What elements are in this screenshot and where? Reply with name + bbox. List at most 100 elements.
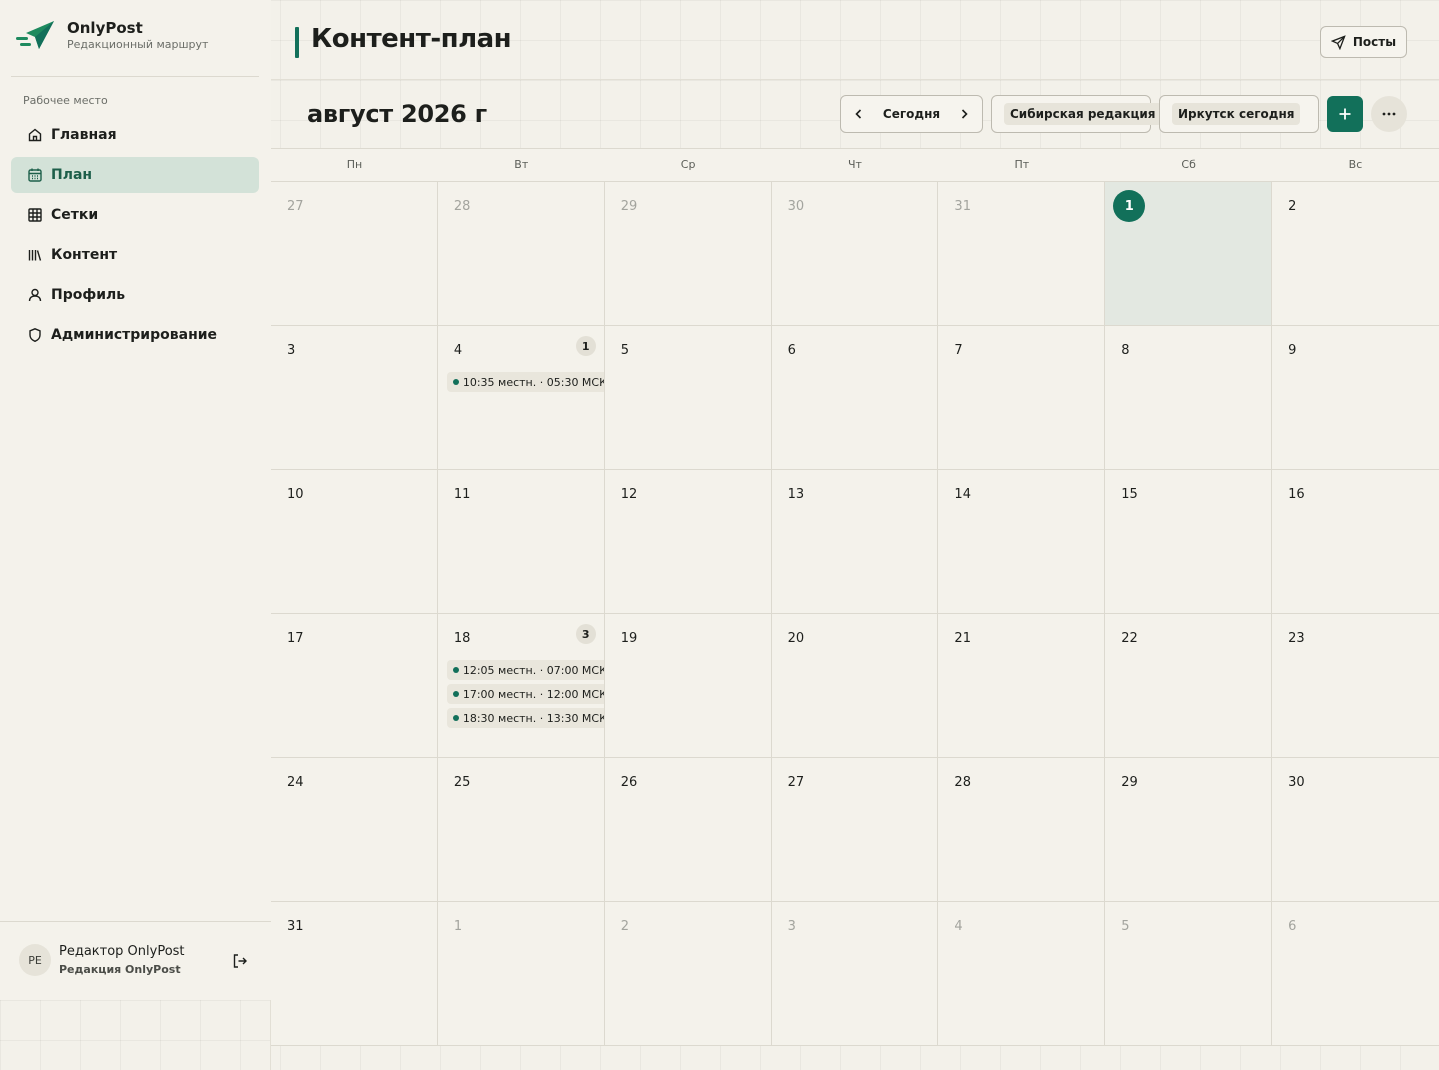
day-cell[interactable]: 9 — [1272, 326, 1439, 470]
today-day-number: 1 — [1113, 190, 1146, 222]
day-cell[interactable]: 8 — [1105, 326, 1273, 470]
day-cell[interactable]: 26 — [604, 758, 772, 902]
home-icon — [28, 128, 42, 142]
day-cell[interactable]: 29 — [1105, 758, 1273, 902]
day-number: 13 — [787, 487, 805, 502]
day-cell[interactable]: 30 — [1272, 758, 1439, 902]
posts-button[interactable]: Посты — [1320, 26, 1407, 58]
sidebar-item-home[interactable]: Главная — [11, 117, 259, 153]
day-cell[interactable]: 25 — [437, 758, 605, 902]
sidebar-item-grids[interactable]: Сетки — [11, 197, 259, 233]
weekday-label: Вт — [514, 158, 529, 171]
day-cell[interactable]: 28 — [437, 182, 605, 326]
day-cell[interactable]: 18 3 12:05 местн. · 07:00 МСК 17:00 местн. … — [437, 614, 605, 758]
editorial-select[interactable]: Сибирская редакция — [991, 95, 1162, 133]
grid-icon — [28, 208, 42, 222]
day-cell[interactable]: 2 — [604, 902, 772, 1046]
day-number: 20 — [787, 631, 805, 646]
next-month-button[interactable] — [946, 96, 982, 132]
day-cell[interactable]: 3 — [771, 902, 939, 1046]
day-cell[interactable]: 20 — [771, 614, 939, 758]
day-number: 11 — [453, 487, 471, 502]
day-number: 30 — [787, 199, 805, 214]
brand-subtitle: Редакционный маршрут — [67, 38, 209, 51]
day-cell[interactable]: 29 — [604, 182, 772, 326]
day-cell[interactable]: 7 — [938, 326, 1106, 470]
add-post-button[interactable] — [1327, 96, 1363, 132]
day-cell[interactable]: 27 — [271, 182, 438, 326]
previous-month-button[interactable] — [841, 96, 877, 132]
day-number: 21 — [954, 631, 971, 646]
day-number: 28 — [954, 775, 971, 790]
day-cell[interactable]: 30 — [771, 182, 939, 326]
sidebar-item-plan[interactable]: План — [11, 157, 259, 193]
day-number: 9 — [1288, 343, 1297, 358]
workspace-section-label: Рабочее место — [23, 94, 108, 107]
sidebar-item-label: План — [51, 167, 93, 183]
sidebar-item-label: Администрирование — [51, 327, 218, 343]
sidebar-item-profile[interactable]: Профиль — [11, 277, 259, 313]
day-cell[interactable]: 1 — [437, 902, 605, 1046]
day-cell[interactable]: 31 — [271, 902, 438, 1046]
post-count-badge: 3 — [575, 624, 596, 644]
logout-icon[interactable] — [231, 952, 249, 970]
send-icon — [1330, 34, 1346, 50]
day-number: 16 — [1288, 487, 1305, 502]
scheduled-post-chip[interactable]: 10:35 местн. · 05:30 МСК — [446, 372, 604, 392]
day-number: 3 — [287, 343, 296, 358]
day-cell[interactable]: 11 — [437, 470, 605, 614]
day-cell[interactable]: 24 — [271, 758, 438, 902]
day-cell-today[interactable]: 1 — [1105, 182, 1273, 326]
day-number: 17 — [287, 631, 304, 646]
sidebar-item-label: Сетки — [51, 207, 99, 223]
day-cell[interactable]: 14 — [938, 470, 1106, 614]
user-card[interactable]: РЕ Редактор OnlyPost Редакция OnlyPost — [19, 942, 185, 978]
day-cell[interactable]: 28 — [938, 758, 1106, 902]
day-cell[interactable]: 19 — [604, 614, 772, 758]
day-cell[interactable]: 4 — [938, 902, 1106, 1046]
day-number: 23 — [1288, 631, 1305, 646]
today-button[interactable]: Сегодня — [877, 107, 946, 121]
weekday-header: Пн Вт Ср Чт Пт Сб Вс — [271, 148, 1439, 182]
day-cell[interactable]: 5 — [1105, 902, 1273, 1046]
day-number: 15 — [1121, 487, 1138, 502]
day-number: 29 — [620, 199, 638, 214]
scheduled-post-chip[interactable]: 17:00 местн. · 12:00 МСК — [446, 684, 604, 704]
editorial-select-value: Сибирская редакция — [1004, 103, 1162, 125]
day-cell[interactable]: 17 — [271, 614, 438, 758]
day-cell[interactable]: 4 1 10:35 местн. · 05:30 МСК — [437, 326, 605, 470]
calendar-icon — [28, 168, 42, 182]
sidebar-item-admin[interactable]: Администрирование — [11, 317, 259, 353]
sidebar-item-content[interactable]: Контент — [11, 237, 259, 273]
day-number: 30 — [1288, 775, 1305, 790]
day-cell[interactable]: 13 — [771, 470, 939, 614]
day-cell[interactable]: 3 — [271, 326, 438, 470]
weekday-label: Пт — [1014, 158, 1030, 171]
day-cell[interactable]: 21 — [938, 614, 1106, 758]
more-options-button[interactable] — [1371, 96, 1407, 132]
day-number: 10 — [287, 487, 304, 502]
day-cell[interactable]: 10 — [271, 470, 438, 614]
day-cell[interactable]: 15 — [1105, 470, 1273, 614]
day-cell[interactable]: 31 — [938, 182, 1106, 326]
day-cell[interactable]: 2 — [1272, 182, 1439, 326]
status-dot-icon — [452, 715, 459, 721]
brand[interactable]: OnlyPost Редакционный маршрут — [16, 18, 208, 54]
day-number: 4 — [954, 919, 963, 934]
day-cell[interactable]: 6 — [771, 326, 939, 470]
divider — [0, 921, 271, 922]
day-cell[interactable]: 27 — [771, 758, 939, 902]
day-number: 22 — [1121, 631, 1138, 646]
scheduled-post-chip[interactable]: 18:30 местн. · 13:30 МСК — [446, 708, 604, 728]
day-cell[interactable]: 23 — [1272, 614, 1439, 758]
day-cell[interactable]: 16 — [1272, 470, 1439, 614]
scheduled-post-time: 12:05 местн. · 07:00 МСК — [462, 663, 605, 677]
scheduled-post-chip[interactable]: 12:05 местн. · 07:00 МСК — [446, 660, 605, 680]
day-cell[interactable]: 12 — [604, 470, 772, 614]
day-cell[interactable]: 5 — [604, 326, 772, 470]
timezone-select[interactable]: Иркутск сегодня — [1159, 95, 1319, 133]
day-cell[interactable]: 6 — [1272, 902, 1439, 1046]
day-cell[interactable]: 22 — [1105, 614, 1273, 758]
ellipsis-icon — [1382, 112, 1396, 116]
day-number: 3 — [787, 919, 796, 934]
